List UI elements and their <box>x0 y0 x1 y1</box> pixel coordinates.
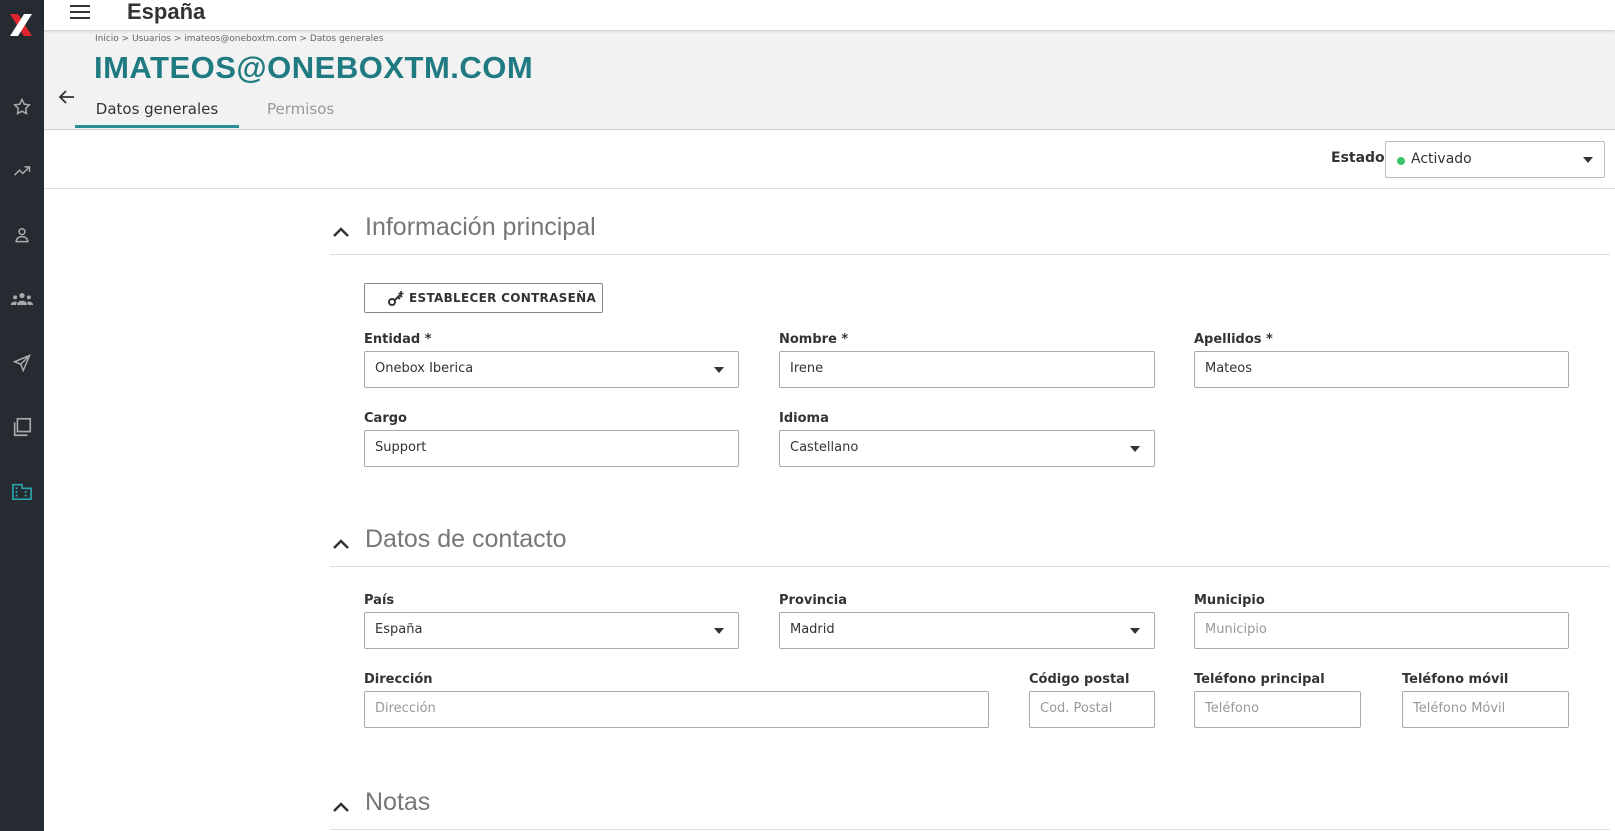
apellidos-value: Mateos <box>1205 361 1253 376</box>
direccion-placeholder: Dirección <box>375 701 436 716</box>
chevron-up-icon[interactable] <box>332 225 350 239</box>
provincia-label: Provincia <box>779 593 847 608</box>
chevron-up-icon[interactable] <box>332 800 350 814</box>
chevron-down-icon <box>714 367 724 373</box>
copy-icon[interactable] <box>7 412 37 442</box>
chevron-up-icon[interactable] <box>332 537 350 551</box>
chevron-down-icon <box>1130 446 1140 452</box>
pais-label: País <box>364 593 395 608</box>
estado-value: Activado <box>1411 151 1472 167</box>
top-bar: España <box>44 0 1615 30</box>
provincia-value: Madrid <box>790 622 835 637</box>
logo-icon[interactable] <box>6 10 36 40</box>
tab-permisos[interactable]: Permisos <box>267 98 334 128</box>
municipio-placeholder: Municipio <box>1205 622 1267 637</box>
trending-icon[interactable] <box>7 156 37 186</box>
codigo-postal-label: Código postal <box>1029 672 1130 687</box>
back-arrow-icon[interactable] <box>58 88 76 106</box>
direccion-field[interactable]: Dirección <box>364 691 989 728</box>
entidad-label: Entidad * <box>364 332 432 347</box>
app-title: España <box>127 0 206 24</box>
apellidos-field[interactable]: Mateos <box>1194 351 1569 388</box>
section-datos-contacto: Datos de contacto <box>330 523 1610 567</box>
page-header: Inicio > Usuarios > imateos@oneboxtm.com… <box>44 30 1615 130</box>
idioma-select[interactable]: Castellano <box>779 430 1155 467</box>
direccion-label: Dirección <box>364 672 433 687</box>
menu-icon[interactable] <box>70 2 92 22</box>
cargo-label: Cargo <box>364 411 407 426</box>
section-notas: Notas <box>330 786 1610 830</box>
chevron-down-icon <box>714 628 724 634</box>
star-icon[interactable] <box>7 92 37 122</box>
section-title: Datos de contacto <box>365 525 567 553</box>
nombre-field[interactable]: Irene <box>779 351 1155 388</box>
breadcrumb[interactable]: Inicio > Usuarios > imateos@oneboxtm.com… <box>95 34 383 44</box>
nombre-value: Irene <box>790 361 824 376</box>
telefono-field[interactable]: Teléfono <box>1194 691 1361 728</box>
key-icon <box>388 291 404 306</box>
municipio-field[interactable]: Municipio <box>1194 612 1569 649</box>
sidebar <box>0 0 44 831</box>
building-icon[interactable] <box>7 476 37 506</box>
telefono-placeholder: Teléfono <box>1205 701 1260 716</box>
movil-placeholder: Teléfono Móvil <box>1413 701 1506 716</box>
group-icon[interactable] <box>7 284 37 314</box>
state-bar: Estado Activado <box>44 131 1615 189</box>
codigo-postal-placeholder: Cod. Postal <box>1040 701 1113 716</box>
send-icon[interactable] <box>7 348 37 378</box>
estado-select[interactable]: Activado <box>1385 141 1605 178</box>
set-password-label: ESTABLECER CONTRASEÑA <box>409 291 597 305</box>
codigo-postal-field[interactable]: Cod. Postal <box>1029 691 1155 728</box>
movil-field[interactable]: Teléfono Móvil <box>1402 691 1569 728</box>
tab-datos-generales[interactable]: Datos generales <box>75 98 239 128</box>
section-header[interactable]: Datos de contacto <box>330 523 1610 567</box>
provincia-select[interactable]: Madrid <box>779 612 1155 649</box>
section-title: Información principal <box>365 213 596 241</box>
nombre-label: Nombre * <box>779 332 849 347</box>
pais-select[interactable]: España <box>364 612 739 649</box>
cargo-value: Support <box>375 440 427 455</box>
status-dot <box>1397 157 1405 165</box>
chevron-down-icon <box>1130 628 1140 634</box>
cargo-field[interactable]: Support <box>364 430 739 467</box>
telefono-label: Teléfono principal <box>1194 672 1325 687</box>
page-title: IMATEOS@ONEBOXTM.COM <box>94 50 534 85</box>
section-informacion-principal: Información principal <box>330 211 1610 255</box>
entidad-value: Onebox Iberica <box>375 361 474 376</box>
pais-value: España <box>375 622 423 637</box>
set-password-button[interactable]: ESTABLECER CONTRASEÑA <box>364 283 603 313</box>
section-header[interactable]: Información principal <box>330 211 1610 255</box>
idioma-label: Idioma <box>779 411 829 426</box>
idioma-value: Castellano <box>790 440 859 455</box>
apellidos-label: Apellidos * <box>1194 332 1273 347</box>
section-header[interactable]: Notas <box>330 786 1610 830</box>
person-icon[interactable] <box>7 220 37 250</box>
movil-label: Teléfono móvil <box>1402 672 1509 687</box>
entidad-select[interactable]: Onebox Iberica <box>364 351 739 388</box>
section-title: Notas <box>365 788 431 816</box>
chevron-down-icon <box>1583 157 1593 163</box>
estado-label: Estado <box>1331 150 1385 166</box>
municipio-label: Municipio <box>1194 593 1265 608</box>
